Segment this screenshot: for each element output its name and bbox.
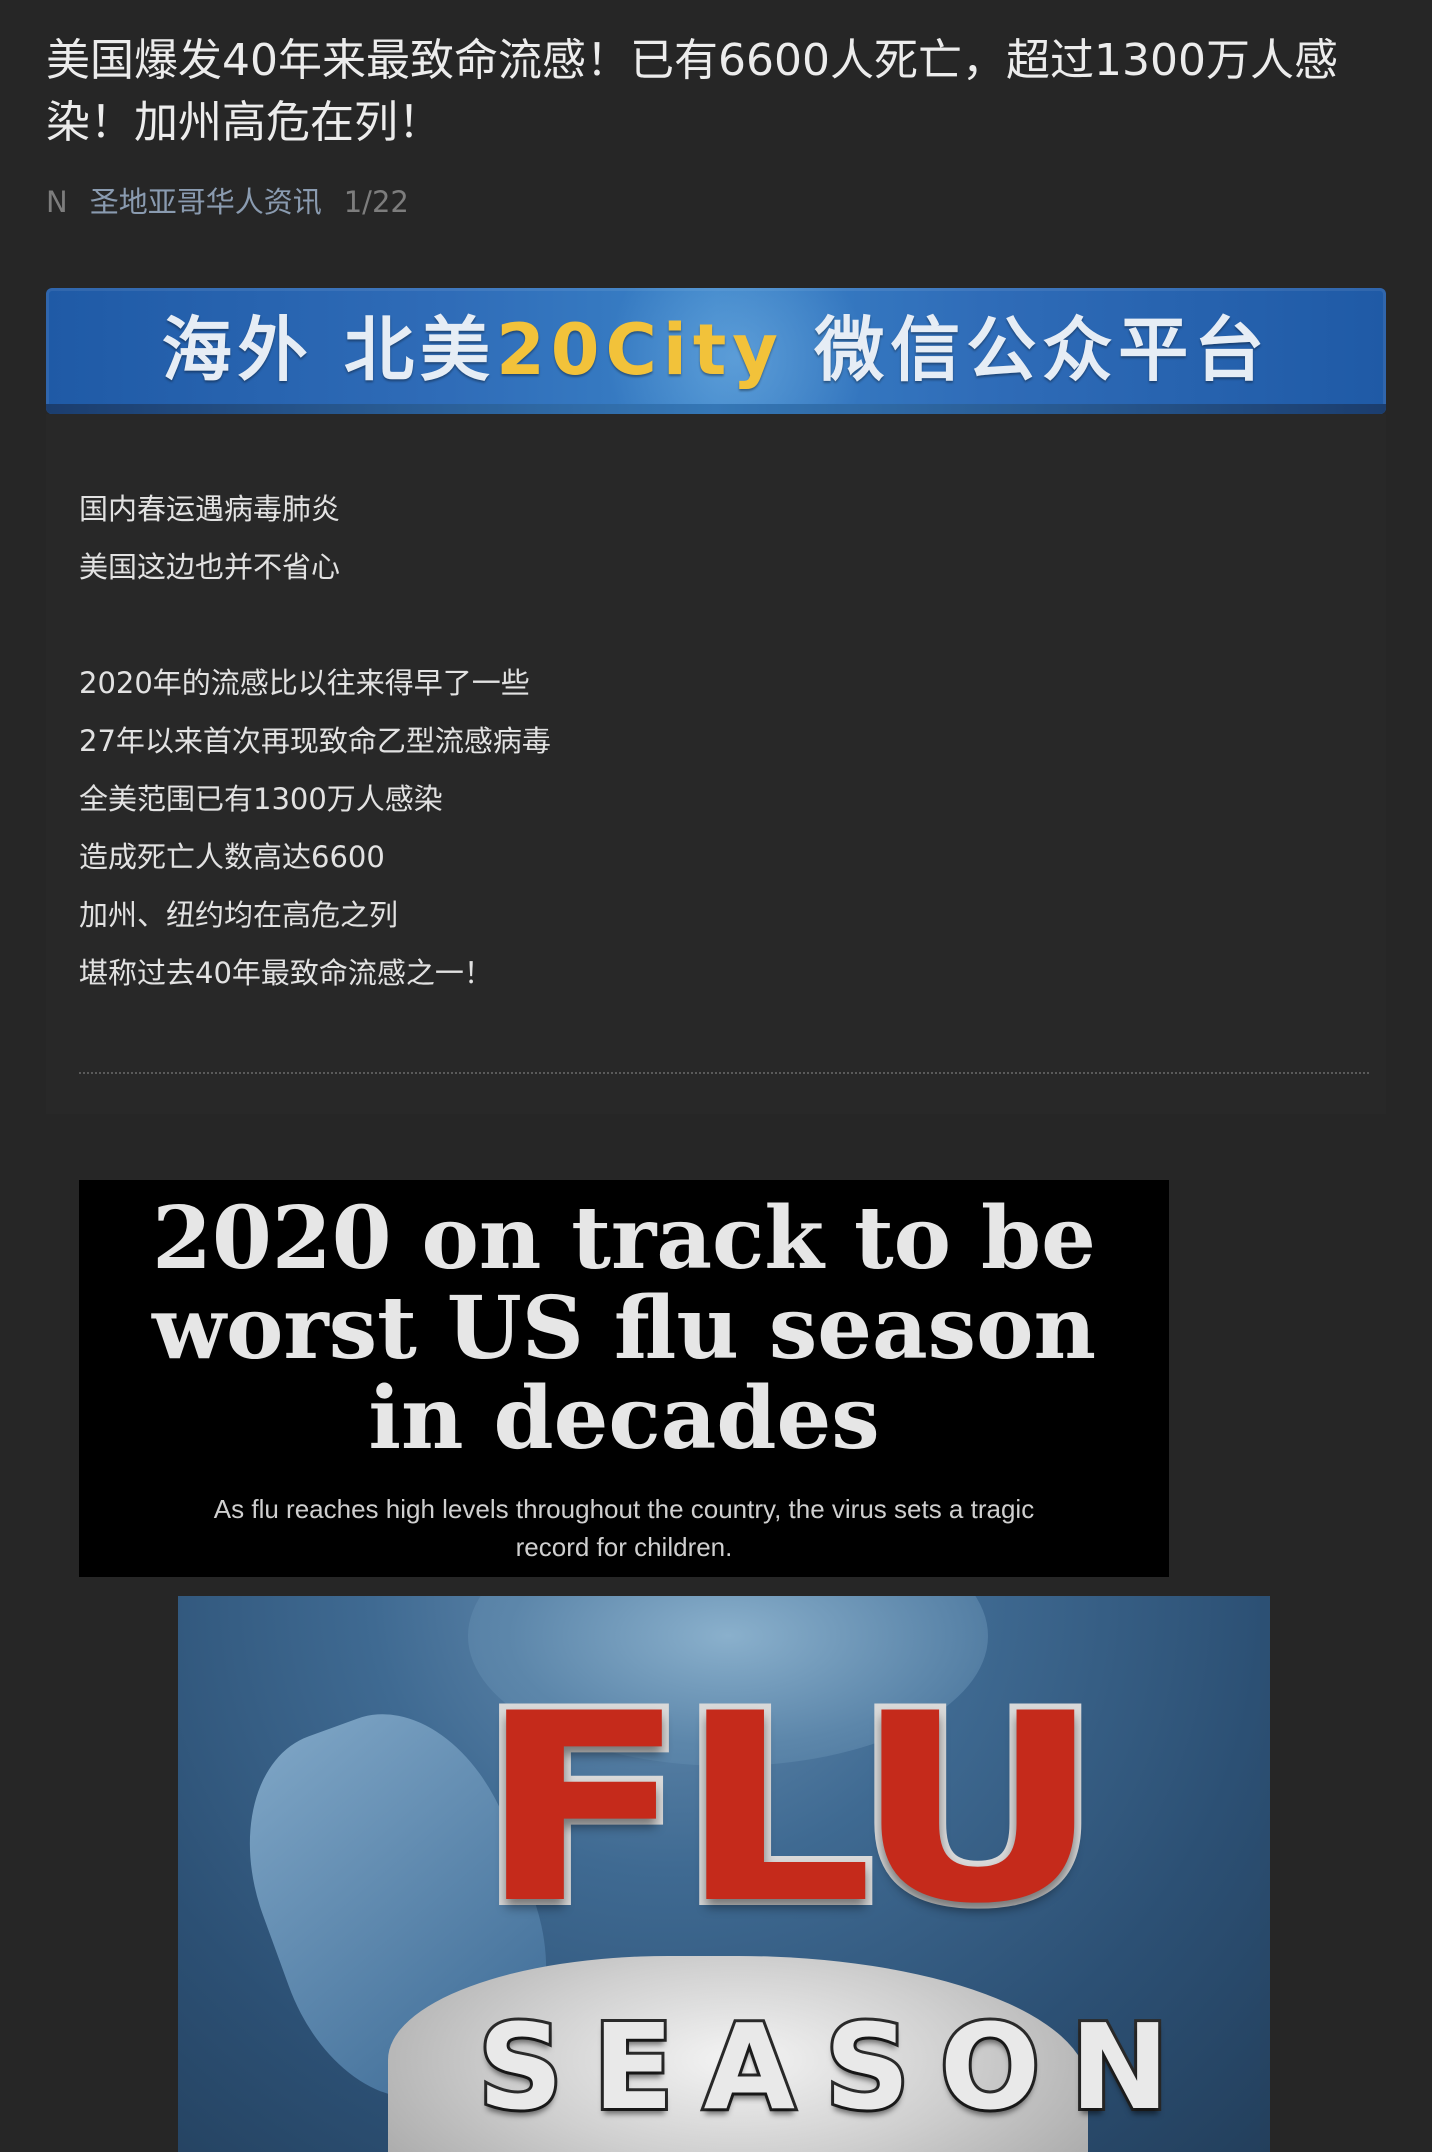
season-word: SEASON bbox=[475, 1998, 1199, 2136]
author-link[interactable]: 圣地亚哥华人资讯 bbox=[90, 178, 322, 226]
flu-season-image[interactable]: FLU SEASON bbox=[178, 1596, 1270, 2152]
body-line: 2020年的流感比以往来得早了一些 bbox=[79, 666, 530, 700]
headline-title: 2020 on track to be worst US flu season … bbox=[152, 1188, 1096, 1469]
flu-word: FLU bbox=[471, 1659, 1110, 1961]
banner-text-highlight: 20City bbox=[496, 309, 784, 391]
publish-date: 1/22 bbox=[343, 185, 409, 219]
source-badge: N bbox=[46, 185, 68, 219]
body-line: 国内春运遇病毒肺炎 bbox=[79, 492, 341, 526]
article-body: 国内春运遇病毒肺炎 美国这边也并不省心 2020年的流感比以往来得早了一些 27… bbox=[79, 480, 551, 1002]
platform-banner[interactable]: 海外 北美20City 微信公众平台 bbox=[46, 288, 1386, 414]
banner-text: 海外 北美20City 微信公众平台 bbox=[46, 310, 1386, 390]
body-line: 全美范围已有1300万人感染 bbox=[79, 782, 443, 816]
banner-text-prefix: 海外 北美 bbox=[161, 309, 497, 391]
banner-text-suffix: 微信公众平台 bbox=[814, 309, 1271, 391]
body-line: 美国这边也并不省心 bbox=[79, 550, 341, 584]
news-headline-image[interactable]: 2020 on track to be worst US flu season … bbox=[79, 1180, 1169, 1577]
article-meta: N 圣地亚哥华人资讯 1/22 bbox=[46, 178, 409, 226]
body-line: 27年以来首次再现致命乙型流感病毒 bbox=[79, 724, 551, 758]
body-line: 造成死亡人数高达6600 bbox=[79, 840, 385, 874]
article-title: 美国爆发40年来最致命流感！已有6600人死亡，超过1300万人感染！加州高危在… bbox=[46, 35, 1338, 148]
article-page: 美国爆发40年来最致命流感！已有6600人死亡，超过1300万人感染！加州高危在… bbox=[0, 0, 1432, 2152]
body-line: 堪称过去40年最致命流感之一！ bbox=[79, 956, 493, 990]
section-divider bbox=[79, 1072, 1369, 1074]
body-line: 加州、纽约均在高危之列 bbox=[79, 898, 399, 932]
headline-subtitle: As flu reaches high levels throughout th… bbox=[213, 1494, 1035, 1562]
banner-strip bbox=[46, 404, 1386, 414]
